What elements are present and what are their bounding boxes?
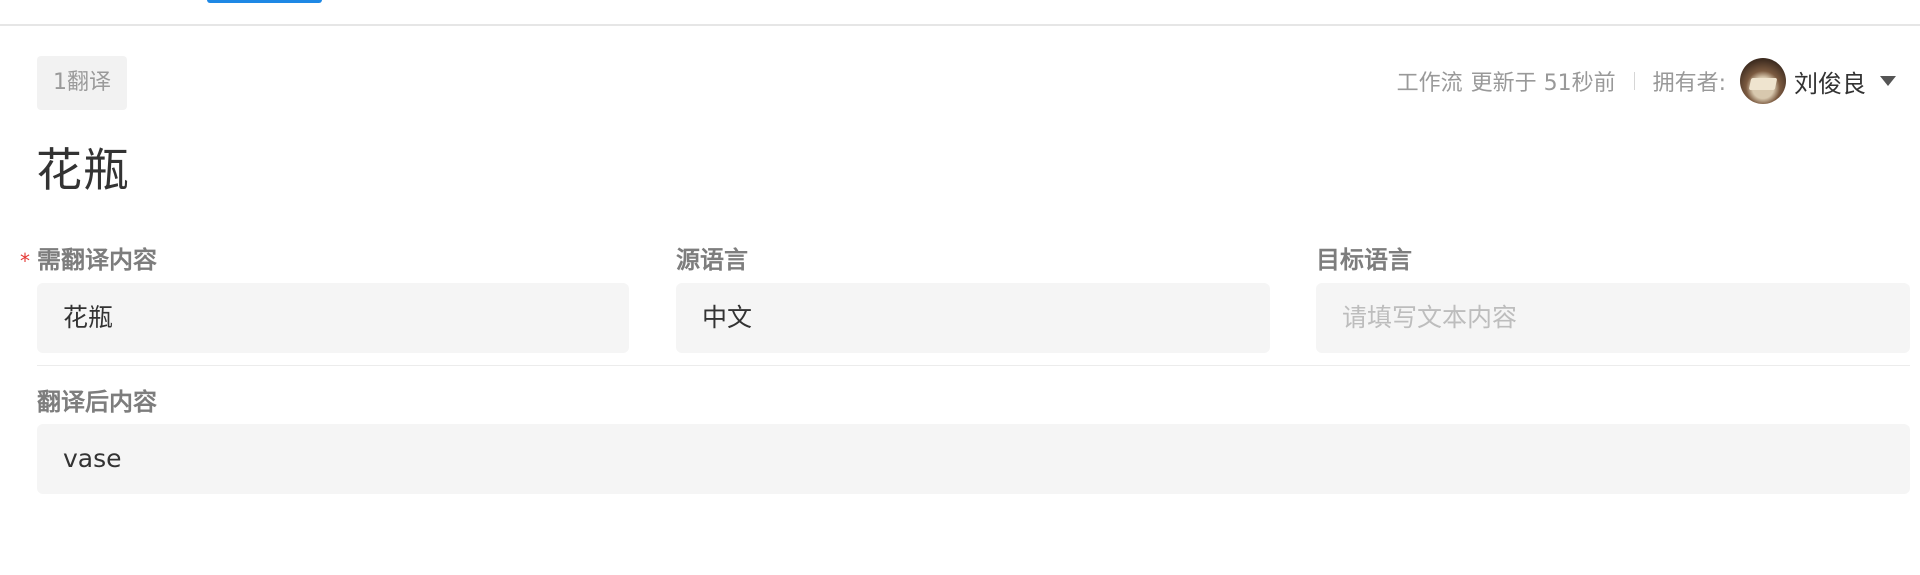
owner-label: 拥有者: — [1652, 71, 1726, 96]
workflow-label: 工作流 — [1396, 71, 1463, 96]
updated-time: 更新于 51秒前 — [1470, 71, 1616, 96]
translated-content-label: 翻译后内容 — [37, 388, 157, 416]
required-asterisk: * — [20, 249, 30, 273]
owner-name[interactable]: 刘俊良 — [1794, 64, 1866, 99]
translated-content-field[interactable]: vase — [37, 424, 1910, 494]
record-title: 花瓶 — [36, 143, 130, 197]
record-tag[interactable]: 1翻译 — [37, 56, 127, 110]
meta-divider — [1633, 72, 1635, 90]
owner-dropdown-caret-icon[interactable] — [1880, 76, 1896, 86]
owner-avatar[interactable] — [1740, 58, 1786, 104]
source-language-field[interactable]: 中文 — [676, 283, 1270, 353]
translation-record-page: 1翻译 花瓶 工作流 更新于 51秒前 拥有者: 刘俊良 * 需翻译内容 花瓶 … — [0, 0, 1920, 575]
content-to-translate-field[interactable]: 花瓶 — [37, 283, 629, 353]
top-tab-strip — [0, 0, 1920, 26]
active-tab-indicator — [207, 0, 322, 3]
source-language-label: 源语言 — [676, 246, 748, 274]
content-to-translate-label: 需翻译内容 — [37, 246, 157, 274]
field-row-divider — [37, 365, 1910, 366]
record-meta: 工作流 更新于 51秒前 拥有者: 刘俊良 — [1397, 56, 1896, 106]
target-language-field[interactable]: 请填写文本内容 — [1316, 283, 1910, 353]
target-language-label: 目标语言 — [1316, 246, 1412, 274]
